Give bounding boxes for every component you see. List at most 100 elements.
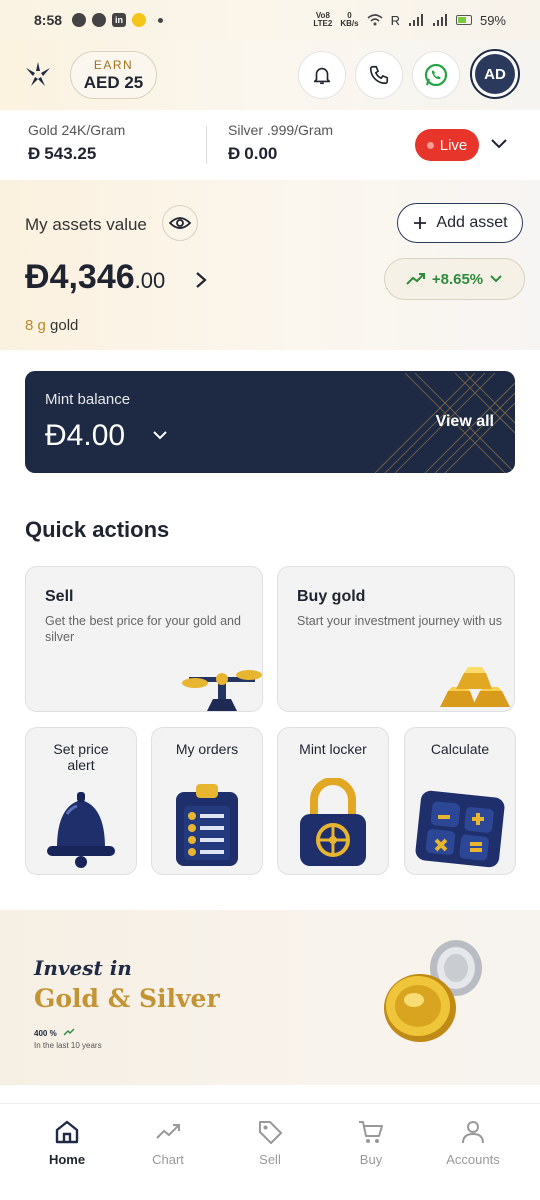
nav-chart[interactable]: Chart: [118, 1118, 218, 1167]
chevron-right-icon[interactable]: [193, 270, 209, 290]
mint-balance-value: Ð4.00: [45, 419, 125, 453]
gold-price: Gold 24K/Gram Ð 543.25: [28, 122, 125, 164]
toggle-visibility-button[interactable]: [162, 205, 198, 241]
invest-stat-sub: In the last 10 years: [34, 1041, 102, 1050]
network-speed: 0 KB/s: [340, 12, 358, 28]
bottom-navigation: Home Chart Sell Buy Accounts: [0, 1103, 540, 1200]
set-price-alert-label: Set price alert: [53, 741, 109, 773]
bell-icon: [313, 67, 331, 85]
dirham-icon: Ð: [28, 144, 41, 163]
my-orders-title: My orders: [175, 741, 239, 757]
assets-value-cents: .00: [134, 268, 166, 293]
earn-button[interactable]: EARN AED 25: [70, 51, 157, 99]
invest-banner[interactable]: Invest in Gold & Silver 400 % In the las…: [0, 910, 540, 1085]
cart-icon: [359, 1121, 383, 1143]
nav-accounts[interactable]: Accounts: [423, 1118, 523, 1167]
gold-price-label: Gold 24K/Gram: [28, 122, 126, 138]
buy-gold-subtitle: Start your investment journey with us: [297, 614, 502, 628]
trending-up-icon: [63, 1028, 75, 1036]
system-status: Vo8 LTE2 0 KB/s R 59%: [313, 12, 506, 28]
assets-label: My assets value: [25, 215, 147, 234]
more-notifications-icon: [158, 17, 164, 23]
profile-avatar-button[interactable]: AD: [470, 49, 520, 99]
my-orders-card[interactable]: My orders: [151, 727, 263, 875]
status-bar: 8:58 in Vo8 LTE2 0 KB/s R 59%: [0, 0, 540, 40]
speed-bottom: KB/s: [340, 19, 359, 28]
signal-icon-2: [432, 14, 447, 26]
set-price-alert-card[interactable]: Set price alert: [25, 727, 137, 875]
set-price-alert-title: Set price alert: [26, 741, 136, 773]
live-badge[interactable]: Live: [415, 129, 479, 161]
padlock-icon: [300, 778, 366, 866]
calculate-card[interactable]: Calculate: [404, 727, 516, 875]
growth-dropdown[interactable]: +8.65%: [384, 258, 525, 300]
live-label: Live: [439, 136, 468, 154]
linkedin-notification-icon: in: [112, 13, 127, 27]
live-dot-icon: [426, 141, 434, 149]
battery-icon: [455, 15, 472, 25]
live-price-bar: Gold 24K/Gram Ð 543.25 Silver .999/Gram Ð…: [0, 110, 540, 180]
tag-icon: [259, 1121, 282, 1144]
calculator-icon: [415, 790, 505, 868]
assets-value[interactable]: Ð4,346.00: [25, 258, 165, 297]
nav-home[interactable]: Home: [17, 1118, 117, 1167]
app-logo-icon: [26, 62, 50, 86]
roaming-indicator: R: [390, 12, 400, 28]
silver-price-number: 0.00: [244, 144, 278, 163]
scale-icon: [182, 670, 262, 711]
dirham-icon: Ð: [228, 144, 241, 163]
nav-buy-label: Buy: [359, 1152, 383, 1167]
assets-section: My assets value Add asset Ð4,346.00 +8.6…: [0, 180, 540, 350]
home-icon: [55, 1120, 79, 1144]
mint-balance-card[interactable]: Mint balance Ð4.00 View all: [25, 371, 515, 473]
add-asset-label: Add asset: [436, 214, 508, 231]
plus-icon: [414, 217, 427, 229]
buy-gold-card[interactable]: Buy gold Start your investment journey w…: [277, 566, 515, 712]
dirham-icon: Ð: [25, 258, 50, 296]
app-notification-icon: [92, 13, 107, 27]
earn-value: AED 25: [83, 73, 144, 92]
quick-actions-title: Quick actions: [25, 517, 170, 542]
mint-balance-label: Mint balance: [45, 391, 131, 408]
notifications-button[interactable]: [298, 51, 346, 99]
gold-price-number: 543.25: [44, 144, 97, 163]
nav-sell[interactable]: Sell: [220, 1118, 320, 1167]
silver-price: Silver .999/Gram Ð 0.00: [228, 122, 333, 164]
gold-price-value: Ð 543.25: [28, 144, 125, 164]
wifi-icon: [367, 14, 383, 26]
gold-bars-icon: [440, 667, 510, 707]
avatar-initials: AD: [475, 54, 515, 94]
nav-chart-label: Chart: [152, 1152, 184, 1167]
view-all-link[interactable]: View all: [436, 413, 494, 431]
chart-icon: [156, 1124, 180, 1139]
battery-percent: 59%: [479, 12, 506, 28]
nav-sell-label: Sell: [259, 1152, 281, 1167]
call-button[interactable]: [355, 51, 403, 99]
nav-accounts-label: Accounts: [446, 1152, 500, 1167]
growth-value: +8.65%: [431, 270, 484, 288]
expand-prices-chevron-icon[interactable]: [488, 136, 510, 152]
mint-balance-number: 4.00: [66, 419, 126, 452]
sell-card[interactable]: Sell Get the best price for your gold an…: [25, 566, 263, 712]
notification-icons: in: [72, 13, 164, 27]
assets-value-main: 4,346: [49, 258, 135, 296]
add-asset-button[interactable]: Add asset: [397, 203, 523, 243]
gold-holding: 8 g gold: [25, 317, 78, 334]
gold-suffix: gold: [45, 317, 79, 334]
chevron-down-icon[interactable]: [152, 429, 168, 441]
network-type: Vo8 LTE2: [313, 12, 332, 28]
whatsapp-icon: [424, 63, 448, 87]
mint-locker-card[interactable]: Mint locker: [277, 727, 389, 875]
dirham-icon: Ð: [45, 419, 67, 452]
price-divider: [206, 126, 207, 164]
invest-line2: Gold & Silver: [34, 984, 220, 1013]
app-notification-icon: [132, 13, 147, 27]
buy-gold-title: Buy gold: [297, 588, 366, 605]
sell-title: Sell: [45, 588, 74, 605]
clipboard-icon: [176, 784, 238, 866]
sell-subtitle: Get the best price for your gold and sil…: [45, 614, 241, 644]
whatsapp-button[interactable]: [412, 51, 460, 99]
eye-icon: [169, 217, 191, 229]
nav-buy[interactable]: Buy: [321, 1118, 421, 1167]
alert-bell-icon: [47, 792, 115, 868]
